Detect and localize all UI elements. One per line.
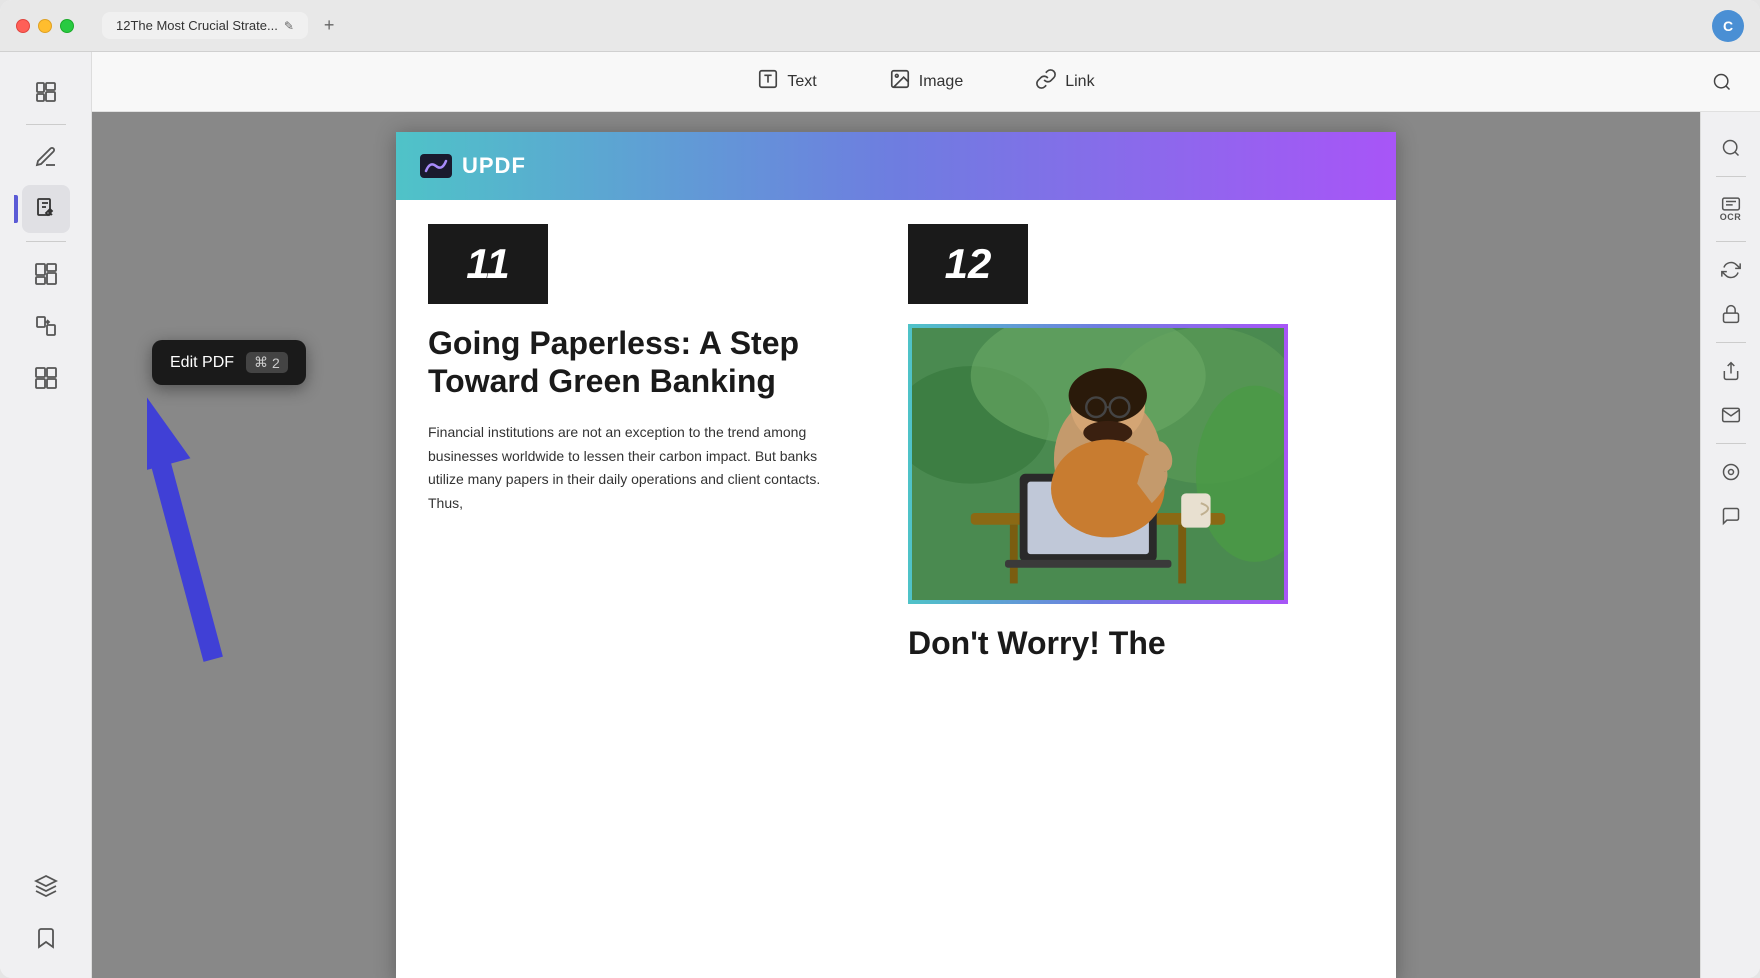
toolbar-text-label: Text <box>787 73 816 91</box>
pdf-image-frame <box>908 324 1288 604</box>
pdf-col-left: 11 Going Paperless: A Step Toward Green … <box>396 200 876 686</box>
sidebar-item-batch[interactable] <box>22 354 70 402</box>
sidebar-divider-1 <box>26 124 66 125</box>
ocr-label: OCR <box>1720 212 1742 222</box>
app-body: Text Image <box>0 52 1760 978</box>
avatar[interactable]: C <box>1712 10 1744 42</box>
rs-email[interactable] <box>1711 395 1751 435</box>
rs-divider-3 <box>1716 342 1746 343</box>
sidebar-item-layers[interactable] <box>22 862 70 910</box>
updf-logo-text: UPDF <box>462 153 526 179</box>
tooltip-shortcut: ⌘ 2 <box>246 352 288 373</box>
tab-area: 12The Most Crucial Strate... ✎ + <box>102 12 342 39</box>
rs-search[interactable] <box>1711 128 1751 168</box>
pdf-header: UPDF <box>396 132 1396 200</box>
app-window: 12The Most Crucial Strate... ✎ + C <box>0 0 1760 978</box>
rs-comment[interactable] <box>1711 496 1751 536</box>
sidebar-item-edit-pdf[interactable] <box>22 185 70 233</box>
updf-logo-icon <box>420 154 452 178</box>
sidebar-item-annotate[interactable] <box>22 133 70 181</box>
new-tab-button[interactable]: + <box>316 13 343 38</box>
sidebar-item-convert[interactable] <box>22 302 70 350</box>
sidebar-item-organize[interactable] <box>22 250 70 298</box>
section-11-number: 11 <box>428 224 548 304</box>
rs-divider-2 <box>1716 241 1746 242</box>
sidebar-item-bookmark[interactable] <box>22 914 70 962</box>
shortcut-symbol: ⌘ <box>254 354 268 371</box>
pdf-page: UPDF 11 Going Paperless: A Step Toward G… <box>396 132 1396 978</box>
image-icon <box>889 68 911 96</box>
rs-ocr[interactable]: OCR <box>1711 185 1751 233</box>
pdf-image <box>912 328 1284 600</box>
toolbar-link[interactable]: Link <box>1023 62 1106 102</box>
rs-snapshot[interactable] <box>1711 452 1751 492</box>
rs-convert[interactable] <box>1711 250 1751 290</box>
toolbar-right <box>1700 66 1744 98</box>
shortcut-number: 2 <box>272 355 280 371</box>
section-12-number: 12 <box>908 224 1028 304</box>
toolbar-search[interactable] <box>1700 66 1744 98</box>
sidebar-bottom <box>22 862 70 962</box>
edit-pdf-tooltip: Edit PDF ⌘ 2 <box>152 340 306 385</box>
rs-divider-4 <box>1716 443 1746 444</box>
tab-edit-icon[interactable]: ✎ <box>284 19 294 33</box>
pdf-content-area: UPDF 11 Going Paperless: A Step Toward G… <box>92 112 1700 978</box>
traffic-lights <box>16 19 74 33</box>
active-tab[interactable]: 12The Most Crucial Strate... ✎ <box>102 12 308 39</box>
arrow-graphic <box>147 384 367 744</box>
sidebar-item-pages[interactable] <box>22 68 70 116</box>
tab-label: 12The Most Crucial Strate... <box>116 18 278 33</box>
titlebar: 12The Most Crucial Strate... ✎ + C <box>0 0 1760 52</box>
close-button[interactable] <box>16 19 30 33</box>
text-icon <box>757 68 779 96</box>
toolbar: Text Image <box>92 52 1760 112</box>
right-sidebar: OCR <box>1700 112 1760 978</box>
sidebar-divider-2 <box>26 241 66 242</box>
toolbar-image[interactable]: Image <box>877 62 975 102</box>
maximize-button[interactable] <box>60 19 74 33</box>
minimize-button[interactable] <box>38 19 52 33</box>
toolbar-link-label: Link <box>1065 73 1094 91</box>
left-sidebar <box>0 52 92 978</box>
rs-divider-1 <box>1716 176 1746 177</box>
toolbar-image-label: Image <box>919 73 963 91</box>
tooltip-label: Edit PDF <box>170 354 234 372</box>
link-icon <box>1035 68 1057 96</box>
pdf-columns: 11 Going Paperless: A Step Toward Green … <box>396 200 1396 686</box>
updf-logo: UPDF <box>420 153 526 179</box>
section-11-body: Financial institutions are not an except… <box>428 421 844 516</box>
toolbar-text[interactable]: Text <box>745 62 828 102</box>
active-indicator <box>14 195 18 223</box>
section-12-partial-title: Don't Worry! The <box>908 624 1324 662</box>
rs-protect[interactable] <box>1711 294 1751 334</box>
section-11-title: Going Paperless: A Step Toward Green Ban… <box>428 324 844 401</box>
pdf-col-right: 12 <box>876 200 1356 686</box>
rs-share[interactable] <box>1711 351 1751 391</box>
